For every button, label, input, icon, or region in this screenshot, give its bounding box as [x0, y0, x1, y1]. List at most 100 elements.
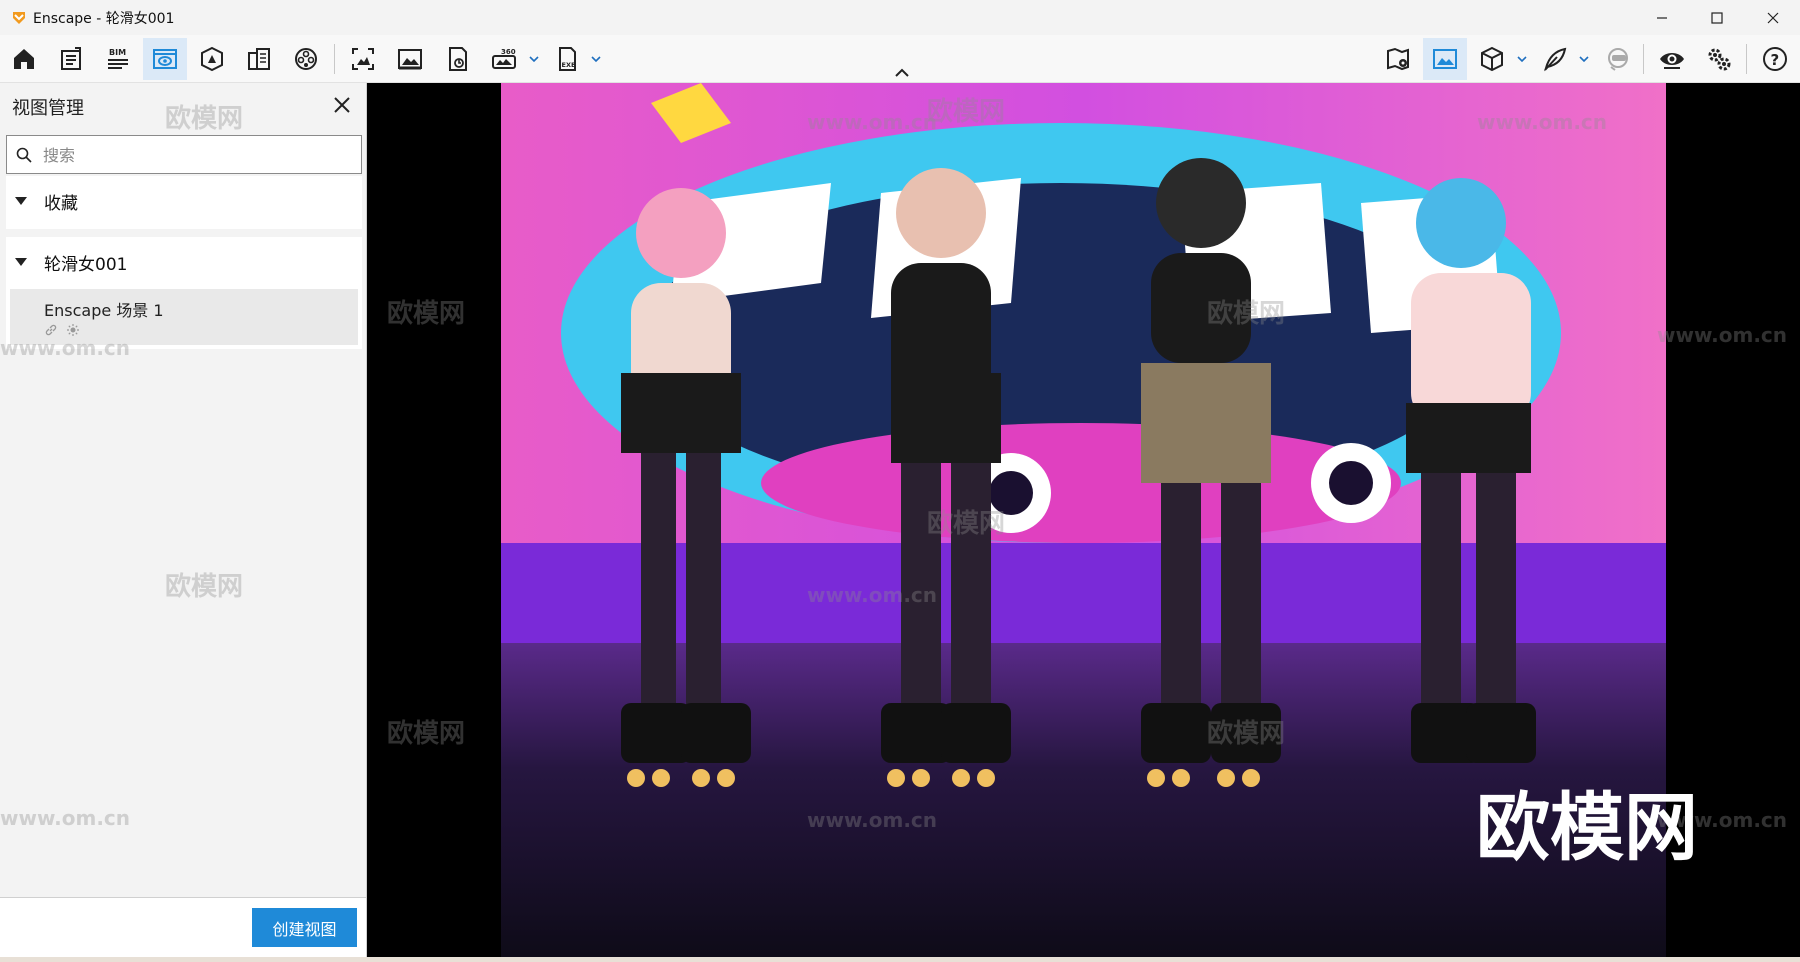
close-panel-icon[interactable] [330, 93, 354, 117]
maximize-icon [1711, 11, 1723, 24]
bim-button[interactable]: BIM [96, 38, 140, 80]
bottom-strip [0, 957, 1800, 962]
export-exe-button[interactable]: EXE [545, 38, 589, 80]
feather-icon [1544, 47, 1567, 72]
map-button[interactable] [1376, 38, 1420, 80]
bim-icon: BIM [108, 48, 128, 69]
panorama-label: 360 [501, 48, 516, 56]
collapse-toolbar-icon[interactable] [892, 66, 912, 80]
watermark: 欧模网 [927, 509, 1006, 539]
visibility-button[interactable] [1650, 38, 1694, 80]
search-box [6, 135, 362, 174]
watermark-logo-text: 欧模网 [1476, 785, 1698, 871]
panorama-icon: 360 [492, 48, 516, 69]
asset-library-button[interactable] [237, 38, 281, 80]
watermark: 欧模网 [165, 104, 244, 134]
project-group-header[interactable]: 轮滑女001 [6, 237, 362, 287]
watermark: 欧模网 [927, 97, 1006, 127]
chevron-down-icon [1517, 56, 1527, 63]
map-icon [1387, 47, 1409, 71]
home-button[interactable] [2, 38, 46, 80]
watermark: 欧模网 [165, 572, 244, 602]
view-name: Enscape 场景 1 [44, 301, 164, 320]
chevron-down-icon [1579, 56, 1589, 63]
sun-icon [67, 324, 79, 336]
search-input[interactable] [43, 142, 353, 168]
panorama-dropdown[interactable] [525, 38, 543, 80]
chevron-down-icon [591, 56, 601, 63]
batch-render-button[interactable] [435, 38, 479, 80]
vr-headset-button[interactable] [1595, 38, 1639, 80]
render-image-button[interactable] [388, 38, 432, 80]
favorites-group: 收藏 [6, 176, 362, 229]
close-icon [1767, 12, 1779, 23]
watermark-url: www.om.cn [0, 336, 131, 360]
export-exe-label: EXE [562, 61, 576, 69]
project-group: 轮滑女001 Enscape 场景 1 [6, 237, 362, 349]
view-management-icon [153, 49, 177, 69]
export-dropdown[interactable] [587, 38, 605, 80]
cube-button[interactable] [1470, 38, 1514, 80]
home-icon [14, 49, 34, 69]
project-info-button[interactable] [49, 38, 93, 80]
project-group-label: 轮滑女001 [44, 254, 128, 275]
feather-dropdown[interactable] [1575, 38, 1593, 80]
favorites-label: 收藏 [44, 193, 78, 214]
close-window-button[interactable] [1746, 0, 1800, 35]
panel-footer: 创建视图 [0, 897, 366, 957]
settings-icon [1708, 48, 1731, 71]
visibility-icon [1660, 53, 1684, 69]
settings-button[interactable] [1697, 38, 1741, 80]
toolbar-separator [1643, 44, 1644, 74]
watermark-url: www.om.cn [807, 583, 938, 607]
toolbar-separator [1746, 44, 1747, 74]
material-icon [295, 48, 317, 70]
panel-title: 视图管理 [12, 98, 84, 119]
watermark: 欧模网 [1207, 299, 1286, 329]
vr-headset-icon [1608, 48, 1628, 71]
svg-text:?: ? [1771, 51, 1780, 69]
create-view-button[interactable]: 创建视图 [252, 908, 357, 947]
material-button[interactable] [284, 38, 328, 80]
expand-triangle-icon [15, 197, 27, 205]
cube-dropdown[interactable] [1513, 38, 1531, 80]
image-view-button[interactable] [1423, 38, 1467, 80]
watermark: 欧模网 [387, 719, 466, 749]
batch-render-icon [449, 47, 467, 71]
watermark-url: www.om.cn [1657, 323, 1788, 347]
minimize-button[interactable] [1635, 0, 1689, 35]
watermark-url: www.om.cn [0, 806, 131, 830]
capture-button[interactable] [341, 38, 385, 80]
project-info-icon [61, 47, 81, 70]
watermark: 欧模网 [387, 299, 466, 329]
asset-library-icon [248, 48, 270, 70]
view-management-button[interactable] [143, 38, 187, 80]
search-icon [16, 147, 32, 163]
help-button[interactable]: ? [1753, 38, 1797, 80]
export-exe-icon: EXE [559, 47, 576, 71]
feather-button[interactable] [1533, 38, 1577, 80]
atmosphere-icon [201, 46, 223, 72]
window-title: Enscape - 轮滑女001 [33, 10, 175, 27]
panorama-button[interactable]: 360 [482, 38, 526, 80]
capture-icon [352, 48, 374, 70]
render-viewport[interactable]: 欧模网 欧模网 欧模网 欧模网 欧模网 欧模网 欧模网 欧模网 www.om.c… [367, 83, 1800, 957]
atmosphere-button[interactable] [190, 38, 234, 80]
help-icon: ? [1763, 47, 1787, 71]
watermark-url: www.om.cn [807, 110, 938, 134]
favorites-group-header[interactable]: 收藏 [6, 176, 362, 226]
toolbar-separator [334, 44, 335, 74]
chevron-down-icon [529, 56, 539, 63]
watermark-url: www.om.cn [807, 808, 938, 832]
bim-label: BIM [109, 48, 126, 57]
maximize-button[interactable] [1690, 0, 1744, 35]
enscape-logo-icon [13, 11, 25, 24]
view-item-icons [44, 323, 80, 337]
expand-triangle-icon [15, 258, 27, 266]
watermark: 欧模网 [1207, 719, 1286, 749]
render-image-icon [398, 49, 422, 70]
title-bar: Enscape - 轮滑女001 [0, 0, 1800, 35]
image-view-icon [1433, 49, 1457, 69]
minimize-icon [1657, 16, 1667, 19]
cube-icon [1481, 46, 1503, 72]
